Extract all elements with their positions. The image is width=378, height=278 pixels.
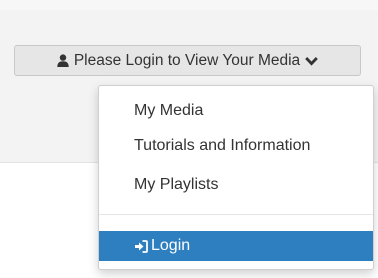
- top-band: [0, 0, 378, 10]
- menu-item-tutorials[interactable]: Tutorials and Information: [99, 131, 373, 161]
- menu-item-login[interactable]: Login: [99, 231, 373, 261]
- user-menu-toggle[interactable]: Please Login to View Your Media: [14, 45, 361, 76]
- menu-divider: [99, 214, 373, 215]
- menu-item-my-media[interactable]: My Media: [99, 96, 373, 126]
- login-label: Login: [151, 237, 191, 254]
- user-dropdown-menu: My Media Tutorials and Information My Pl…: [98, 85, 374, 270]
- chevron-down-icon: [305, 56, 318, 66]
- user-icon: [57, 54, 69, 67]
- sign-in-icon: [134, 239, 148, 253]
- menu-item-my-playlists[interactable]: My Playlists: [99, 170, 373, 200]
- login-prompt-label: Please Login to View Your Media: [73, 51, 301, 69]
